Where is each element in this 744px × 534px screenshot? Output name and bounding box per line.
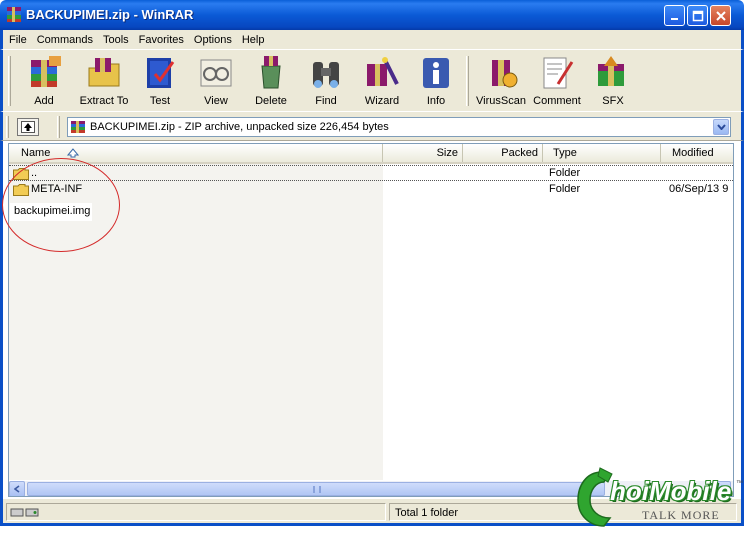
sfx-button[interactable]: SFX xyxy=(594,54,632,110)
add-archive-icon xyxy=(31,56,61,87)
sfx-icon xyxy=(598,56,624,86)
virusscan-icon xyxy=(492,60,518,88)
maximize-button[interactable] xyxy=(687,5,708,26)
address-bar: BACKUPIMEI.zip - ZIP archive, unpacked s… xyxy=(0,111,744,141)
wizard-button[interactable]: Wizard xyxy=(361,54,403,110)
close-button[interactable] xyxy=(710,5,731,26)
test-label: Test xyxy=(149,95,171,107)
wizard-label: Wizard xyxy=(364,95,400,107)
menu-commands[interactable]: Commands xyxy=(37,34,93,46)
comment-label: Comment xyxy=(533,95,581,107)
watermark-trademark: ™ xyxy=(736,480,743,487)
menu-options[interactable]: Options xyxy=(194,34,232,46)
sort-ascending-icon xyxy=(67,148,80,158)
scrollbar-thumb[interactable] xyxy=(27,482,605,496)
row-type: Folder xyxy=(549,183,581,195)
address-field[interactable]: BACKUPIMEI.zip - ZIP archive, unpacked s… xyxy=(67,117,731,137)
virusscan-button[interactable]: VirusScan xyxy=(475,54,527,110)
find-button[interactable]: Find xyxy=(306,54,346,110)
add-label: Add xyxy=(34,95,54,107)
delete-button[interactable]: Delete xyxy=(250,54,292,110)
sfx-label: SFX xyxy=(602,95,624,107)
toolbar-separator xyxy=(466,56,469,106)
addressbar-separator xyxy=(57,116,60,138)
maximize-icon xyxy=(692,10,703,21)
watermark-logo: hoiMobile TALK MORE ™ xyxy=(572,466,744,530)
status-text: Total 1 folder xyxy=(395,507,458,519)
column-type-label: Type xyxy=(553,147,577,159)
info-button[interactable]: Info xyxy=(419,54,453,110)
toolbar-grip[interactable] xyxy=(8,56,11,106)
address-dropdown-button[interactable] xyxy=(713,119,729,135)
watermark-tagline: TALK MORE xyxy=(642,508,720,522)
thumb-grip xyxy=(313,486,321,493)
delete-recycle-icon xyxy=(261,56,281,89)
drive-icon xyxy=(10,508,39,517)
title-bar[interactable]: BACKUPIMEI.zip - WinRAR xyxy=(0,0,744,30)
delete-label: Delete xyxy=(255,95,287,107)
column-packed-label: Packed xyxy=(501,147,538,159)
find-binoculars-icon xyxy=(313,62,339,88)
up-arrow-icon xyxy=(21,121,35,133)
find-label: Find xyxy=(315,95,337,107)
comment-button[interactable]: Comment xyxy=(533,54,581,110)
address-text: BACKUPIMEI.zip - ZIP archive, unpacked s… xyxy=(90,121,389,133)
extract-folder-icon xyxy=(88,58,120,87)
watermark-brand: hoiMobile xyxy=(610,476,732,506)
column-name-label: Name xyxy=(21,147,51,159)
view-button[interactable]: View xyxy=(196,54,236,110)
extract-to-label: Extract To xyxy=(79,95,129,107)
table-row-parent[interactable]: .. Folder xyxy=(9,165,733,181)
column-header: Name Size Packed Type Modified xyxy=(9,144,733,164)
column-size[interactable]: Size xyxy=(383,144,463,162)
add-button[interactable]: Add xyxy=(22,54,66,110)
window-title: BACKUPIMEI.zip - WinRAR xyxy=(26,7,194,22)
minimize-button[interactable] xyxy=(664,5,685,26)
column-size-label: Size xyxy=(436,147,458,159)
scroll-left-button[interactable] xyxy=(9,481,25,496)
info-label: Info xyxy=(426,95,446,107)
test-button[interactable]: Test xyxy=(140,54,180,110)
close-icon xyxy=(715,10,726,21)
row-type: Folder xyxy=(549,167,581,179)
extract-to-button[interactable]: Extract To xyxy=(74,54,134,110)
column-modified[interactable]: Modified xyxy=(661,144,733,162)
winrar-app-icon[interactable] xyxy=(6,6,22,23)
archive-icon xyxy=(71,121,85,133)
menu-favorites[interactable]: Favorites xyxy=(139,34,184,46)
view-label: View xyxy=(204,95,228,107)
comment-icon xyxy=(543,57,574,89)
menu-bar: File Commands Tools Favorites Options He… xyxy=(0,30,744,49)
view-glasses-icon xyxy=(200,59,232,87)
annotation-label: backupimei.img xyxy=(10,203,92,221)
minimize-icon xyxy=(670,17,678,20)
virusscan-label: VirusScan xyxy=(476,95,526,107)
test-book-icon xyxy=(147,58,175,88)
column-type[interactable]: Type xyxy=(543,144,661,162)
menu-tools[interactable]: Tools xyxy=(103,34,129,46)
column-modified-label: Modified xyxy=(672,147,714,159)
column-packed[interactable]: Packed xyxy=(463,144,543,162)
menu-help[interactable]: Help xyxy=(242,34,265,46)
addressbar-grip[interactable] xyxy=(6,116,9,138)
chevron-down-icon xyxy=(716,124,726,130)
chevron-left-icon xyxy=(14,485,20,493)
row-modified: 06/Sep/13 9 xyxy=(669,183,729,195)
status-panel-left xyxy=(6,503,386,521)
menu-file[interactable]: File xyxy=(9,34,27,46)
wizard-icon xyxy=(367,57,399,86)
up-one-level-button[interactable] xyxy=(17,118,39,136)
toolbar: Add Extract To Test View Delete Find Wiz… xyxy=(0,49,744,111)
info-icon xyxy=(423,58,449,88)
